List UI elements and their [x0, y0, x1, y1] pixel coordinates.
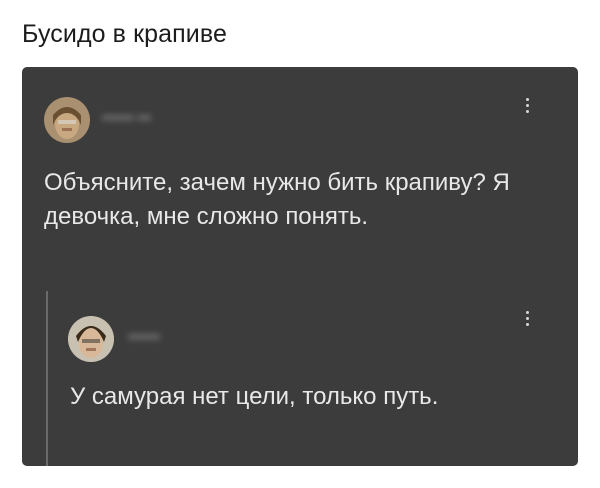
more-vertical-icon[interactable] [521, 95, 535, 117]
replier-username[interactable]: ••••••• [128, 329, 160, 344]
more-vertical-icon[interactable] [521, 308, 535, 330]
avatar-image [68, 316, 114, 362]
thread-line[interactable] [46, 291, 48, 466]
commenter-avatar[interactable] [44, 97, 90, 143]
replier-avatar[interactable] [68, 316, 114, 362]
comment-text: Объясните, зачем нужно бить крапиву? Я д… [44, 169, 510, 230]
comment-thread-card: ••••••• ••• Объясните, зачем нужно бить … [22, 67, 578, 466]
avatar-image [44, 97, 90, 143]
post-title: Бусидо в крапиве [22, 20, 227, 48]
commenter-username[interactable]: ••••••• ••• [102, 110, 151, 125]
reply-text: У самурая нет цели, только путь. [70, 383, 439, 410]
